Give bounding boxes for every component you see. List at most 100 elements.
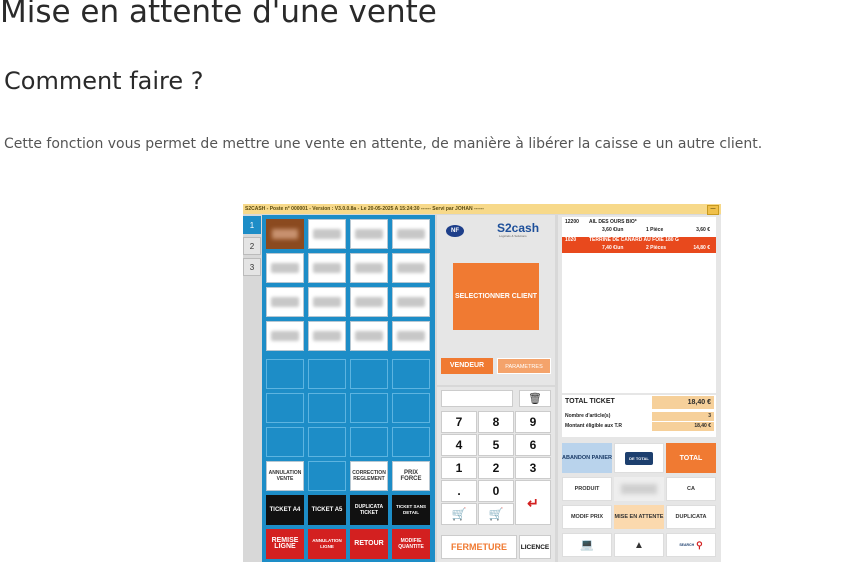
empty-slot[interactable] [266,393,304,423]
duplicata-button[interactable]: DUPLICATA [666,505,716,529]
section-heading: Comment faire ? [4,67,204,95]
product-button[interactable] [308,321,346,351]
product-button[interactable] [350,321,388,351]
key-2[interactable]: 2 [478,457,514,479]
product-button[interactable] [350,287,388,317]
line-code: 12200 [565,219,579,225]
retour-button[interactable]: RETOUR [350,529,388,559]
key-3[interactable]: 3 [515,457,551,479]
product-button[interactable] [266,253,304,283]
cloche-button[interactable]: ▲ [614,533,664,557]
nf-logo: NF [446,225,464,237]
cloche-icon: ▲ [634,539,644,551]
blurred-label [397,297,425,307]
pos-terminal-icon: 💻 [580,538,594,551]
duplicata-ticket-button[interactable]: DUPLICATA TICKET [350,495,388,525]
ticket-panel: 12200 AIL DES OURS BIO* 3,60 €/un 1 Pièc… [558,215,721,562]
modif-prix-button[interactable]: MODIF PRIX [562,505,612,529]
modifie-quantite-button[interactable]: MODIFIE QUANTITE [392,529,430,559]
total-ticket-label: TOTAL TICKET [565,398,615,405]
minimize-button[interactable]: — [707,205,719,215]
ticket-lines: 12200 AIL DES OURS BIO* 3,60 €/un 1 Pièc… [562,217,716,393]
product-button[interactable] [266,287,304,317]
empty-slot[interactable] [350,393,388,423]
empty-slot[interactable] [266,427,304,457]
trash-icon[interactable]: 🗑 [519,390,551,407]
abandon-panier-button[interactable]: ABANDON PANIER [562,443,612,473]
cart-button[interactable]: 🛒 [441,503,477,525]
line-code: 1020 [565,237,577,243]
de-total-button[interactable]: DE TOTAL [614,443,664,473]
tab-2[interactable]: 2 [243,237,261,255]
correction-reglement-button[interactable]: CORRECTION REGLEMENT [350,461,388,491]
product-button[interactable] [350,219,388,249]
enter-key[interactable]: ↵ [515,480,551,525]
produit-button[interactable]: PRODUIT [562,477,612,501]
empty-slot[interactable] [308,461,346,491]
key-4[interactable]: 4 [441,434,477,456]
line-name: TERRINE DE CANARD AU FOIE 180 G [589,237,679,243]
tab-1[interactable]: 1 [243,216,261,234]
empty-slot[interactable] [350,359,388,389]
ticket-a4-button[interactable]: TICKET A4 [266,495,304,525]
key-0[interactable]: 0 [478,480,514,502]
key-6[interactable]: 6 [515,434,551,456]
product-button[interactable] [350,253,388,283]
empty-slot[interactable] [350,427,388,457]
line-unit-price: 3,60 €/un [602,227,624,233]
parametres-button[interactable]: PARAMETRES [497,358,551,374]
fermeture-button[interactable]: FERMETURE [441,535,517,559]
empty-slot[interactable] [308,359,346,389]
keypad-display[interactable] [441,390,513,407]
key-5[interactable]: 5 [478,434,514,456]
product-button[interactable] [392,253,430,283]
line-unit-price: 7,40 €/un [602,245,624,251]
product-button[interactable] [392,219,430,249]
blurred-label [397,263,425,273]
key-dot[interactable]: . [441,480,477,502]
nb-articles-label: Nombre d'article(s) [565,413,611,419]
empty-slot[interactable] [392,359,430,389]
licence-button[interactable]: LICENCE [519,535,551,559]
product-button[interactable] [308,219,346,249]
tab-3[interactable]: 3 [243,258,261,276]
ticket-a5-button[interactable]: TICKET A5 [308,495,346,525]
client-panel: NF S2cash Logiciels & Solutions SELECTIO… [437,215,555,385]
vendeur-button[interactable]: VENDEUR [441,358,493,374]
product-button[interactable] [266,321,304,351]
empty-slot[interactable] [266,359,304,389]
empty-slot[interactable] [308,393,346,423]
key-1[interactable]: 1 [441,457,477,479]
annulation-ligne-button[interactable]: ANNULATION LIGNE [308,529,346,559]
brand-tagline: Logiciels & Solutions [499,234,527,238]
mise-en-attente-button[interactable]: MISE EN ATTENTE [614,505,664,529]
key-8[interactable]: 8 [478,411,514,433]
empty-slot[interactable] [308,427,346,457]
blurred-button[interactable] [614,477,664,501]
prix-force-button[interactable]: PRIX FORCE [392,461,430,491]
empty-slot[interactable] [392,427,430,457]
product-button[interactable] [392,287,430,317]
ticket-line[interactable]: 12200 AIL DES OURS BIO* 3,60 €/un 1 Pièc… [562,219,716,235]
total-button[interactable]: TOTAL [666,443,716,473]
ticket-sans-detail-button[interactable]: TICKET SANS DETAIL [392,495,430,525]
pos-terminal-button[interactable]: 💻 [562,533,612,557]
product-button[interactable] [392,321,430,351]
product-button[interactable] [266,219,304,249]
search-button[interactable]: SEARCH ⚲ [666,533,716,557]
line-amount: 3,60 € [696,227,710,233]
remise-ligne-button[interactable]: REMISE LIGNE [266,529,304,559]
empty-slot[interactable] [392,393,430,423]
ticket-line-selected[interactable]: 1020 TERRINE DE CANARD AU FOIE 180 G 7,4… [562,237,716,253]
select-client-button[interactable]: SELECTIONNER CLIENT [453,263,539,330]
line-name: AIL DES OURS BIO* [589,219,637,225]
magnifier-icon: ⚲ [696,539,703,550]
key-9[interactable]: 9 [515,411,551,433]
annulation-vente-button[interactable]: ANNULATION VENTE [266,461,304,491]
key-7[interactable]: 7 [441,411,477,433]
cart-button[interactable]: 🛒 [478,503,514,525]
product-button[interactable] [308,253,346,283]
product-button[interactable] [308,287,346,317]
ca-button[interactable]: CA [666,477,716,501]
blurred-label [397,331,425,341]
